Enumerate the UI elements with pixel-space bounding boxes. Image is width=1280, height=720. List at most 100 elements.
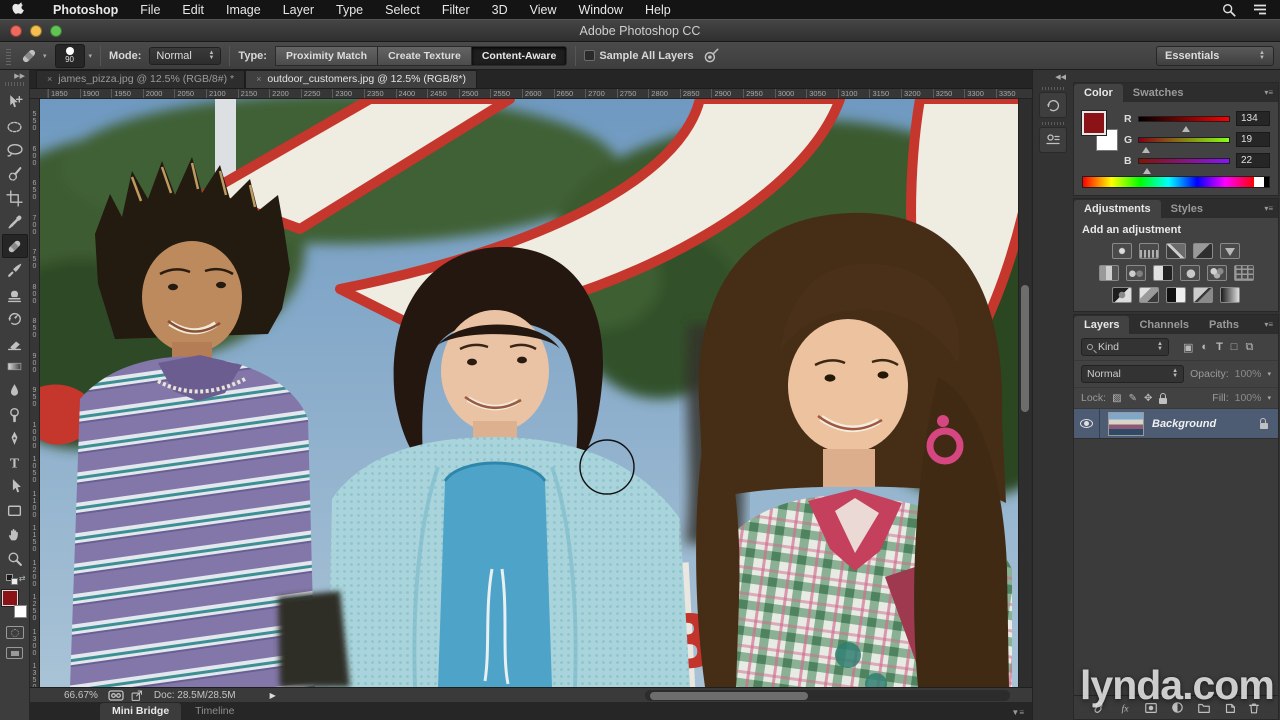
type-option-button[interactable]: Create Texture (377, 45, 471, 66)
vibrance-icon[interactable] (1220, 243, 1240, 259)
default-swatches-control[interactable]: ⇄ (4, 574, 26, 586)
posterize-icon[interactable] (1139, 287, 1159, 303)
export-icon[interactable] (130, 689, 144, 702)
document-tab[interactable]: × james_pizza.jpg @ 12.5% (RGB/8#) * (36, 70, 246, 88)
photo-filter-icon[interactable] (1179, 265, 1200, 281)
screen-mode-button[interactable] (6, 647, 23, 659)
blur-tool[interactable] (2, 378, 28, 402)
smart-object-filter-icon[interactable]: ⧉ (1245, 341, 1253, 354)
swap-colors-icon[interactable]: ⇄ (19, 574, 26, 583)
lock-all-icon[interactable] (1159, 392, 1168, 404)
menu-item[interactable]: Help (634, 3, 682, 17)
type-tool[interactable]: T (2, 450, 28, 474)
mode-select[interactable]: Normal ▲ ▼ (149, 46, 222, 65)
mini-bridge-launcher-icon[interactable] (108, 689, 124, 701)
properties-panel-button[interactable] (1038, 127, 1067, 153)
close-tab-icon[interactable]: × (47, 74, 52, 84)
horizontal-scrollbar[interactable] (645, 690, 1010, 701)
channel-mixer-icon[interactable] (1206, 265, 1227, 281)
menu-item[interactable]: View (519, 3, 568, 17)
spectrum-black[interactable] (1264, 177, 1269, 187)
panel-tab[interactable]: Channels (1129, 316, 1199, 334)
dock-grip[interactable] (1041, 122, 1064, 125)
new-group-icon[interactable] (1196, 701, 1212, 715)
color-spectrum-ramp[interactable] (1082, 176, 1270, 188)
type-option-button[interactable]: Content-Aware (470, 45, 568, 66)
sample-all-layers-option[interactable]: Sample All Layers (584, 50, 694, 62)
history-brush-tool[interactable] (2, 306, 28, 330)
invert-icon[interactable] (1112, 287, 1132, 303)
pixel-layer-filter-icon[interactable]: ▣ (1183, 341, 1193, 354)
color-balance-icon[interactable] (1125, 265, 1146, 281)
status-detail-arrow-icon[interactable]: ▶ (270, 691, 276, 700)
blue-value-field[interactable]: 22 (1236, 153, 1270, 168)
color-lookup-icon[interactable] (1233, 265, 1254, 281)
dock-grip[interactable] (1041, 87, 1064, 90)
notification-list-icon[interactable] (1252, 3, 1268, 16)
type-option-button[interactable]: Proximity Match (274, 45, 378, 66)
red-slider-thumb[interactable] (1181, 122, 1190, 132)
options-bar-grip[interactable] (6, 46, 11, 65)
lock-transparent-icon[interactable]: ▨ (1112, 393, 1121, 404)
menu-item[interactable]: Type (325, 3, 374, 17)
levels-icon[interactable] (1139, 243, 1159, 259)
panel-tab[interactable]: Paths (1199, 316, 1249, 334)
panel-tab[interactable]: Swatches (1123, 84, 1194, 102)
panel-menu-icon[interactable]: ▾≡ (1264, 88, 1273, 97)
close-tab-icon[interactable]: × (256, 74, 261, 84)
panel-tab[interactable]: Adjustments (1074, 200, 1161, 218)
panel-menu-icon[interactable]: ▾≡ (1264, 204, 1273, 213)
red-slider[interactable] (1137, 115, 1230, 132)
layer-row-background[interactable]: Background (1074, 409, 1278, 439)
green-slider[interactable] (1138, 136, 1230, 153)
gradient-tool[interactable] (2, 354, 28, 378)
document-tab[interactable]: × outdoor_customers.jpg @ 12.5% (RGB/8*) (245, 70, 477, 88)
gradient-map-icon[interactable] (1220, 287, 1240, 303)
horizontal-scrollbar-thumb[interactable] (650, 691, 808, 700)
lock-position-icon[interactable]: ✥ (1144, 393, 1152, 404)
adjustment-layer-filter-icon[interactable]: ◐ (1201, 341, 1208, 353)
new-adjustment-layer-icon[interactable] (1170, 700, 1185, 715)
layer-style-fx-icon[interactable]: fx (1117, 701, 1133, 715)
zoom-tool[interactable] (2, 546, 28, 570)
zoom-percentage[interactable]: 66.67% (64, 690, 98, 701)
menu-item[interactable]: Image (215, 3, 272, 17)
bottom-panel-tab[interactable]: Timeline (183, 703, 246, 720)
selective-color-icon[interactable] (1193, 287, 1213, 303)
hand-tool[interactable] (2, 522, 28, 546)
foreground-color-swatch[interactable] (1081, 110, 1107, 136)
green-slider-thumb[interactable] (1142, 143, 1151, 153)
menu-item[interactable]: Window (568, 3, 634, 17)
menu-item[interactable]: Filter (431, 3, 481, 17)
panel-menu-icon[interactable]: ▾≡ (1264, 320, 1273, 329)
layer-filter-select[interactable]: Kind ▲ ▼ (1081, 338, 1169, 356)
threshold-icon[interactable] (1166, 287, 1186, 303)
move-tool[interactable] (2, 90, 28, 114)
sample-all-layers-checkbox[interactable] (584, 50, 596, 61)
panel-tab[interactable]: Styles (1161, 200, 1213, 218)
red-value-field[interactable]: 134 (1236, 111, 1270, 126)
vertical-scrollbar-thumb[interactable] (1021, 285, 1029, 412)
dodge-tool[interactable] (2, 402, 28, 426)
delete-layer-icon[interactable] (1247, 701, 1261, 715)
lasso-tool[interactable] (2, 138, 28, 162)
visibility-toggle[interactable] (1074, 409, 1100, 438)
curves-icon[interactable] (1166, 243, 1186, 259)
type-layer-filter-icon[interactable]: T (1216, 341, 1223, 353)
expand-tools-icon[interactable]: ▶▶ (14, 72, 25, 80)
panel-tab[interactable]: Color (1074, 84, 1123, 102)
clone-stamp-tool[interactable] (2, 282, 28, 306)
history-panel-button[interactable] (1038, 92, 1067, 118)
canvas[interactable]: UB (40, 99, 1018, 687)
menu-item[interactable]: Layer (272, 3, 325, 17)
doc-size-info[interactable]: Doc: 28.5M/28.5M (154, 690, 236, 701)
blend-mode-select[interactable]: Normal ▲ ▼ (1081, 365, 1185, 383)
workspace-switcher[interactable]: Essentials ▲ ▼ (1156, 45, 1274, 66)
panel-tab[interactable]: Layers (1074, 316, 1130, 334)
layer-thumbnail[interactable] (1108, 411, 1144, 436)
panel-menu-icon[interactable]: ▼≡ (1011, 708, 1024, 717)
tablet-pressure-icon[interactable] (702, 47, 720, 65)
exposure-icon[interactable] (1193, 243, 1213, 259)
menu-item[interactable]: 3D (481, 3, 519, 17)
eyedropper-tool[interactable] (2, 210, 28, 234)
